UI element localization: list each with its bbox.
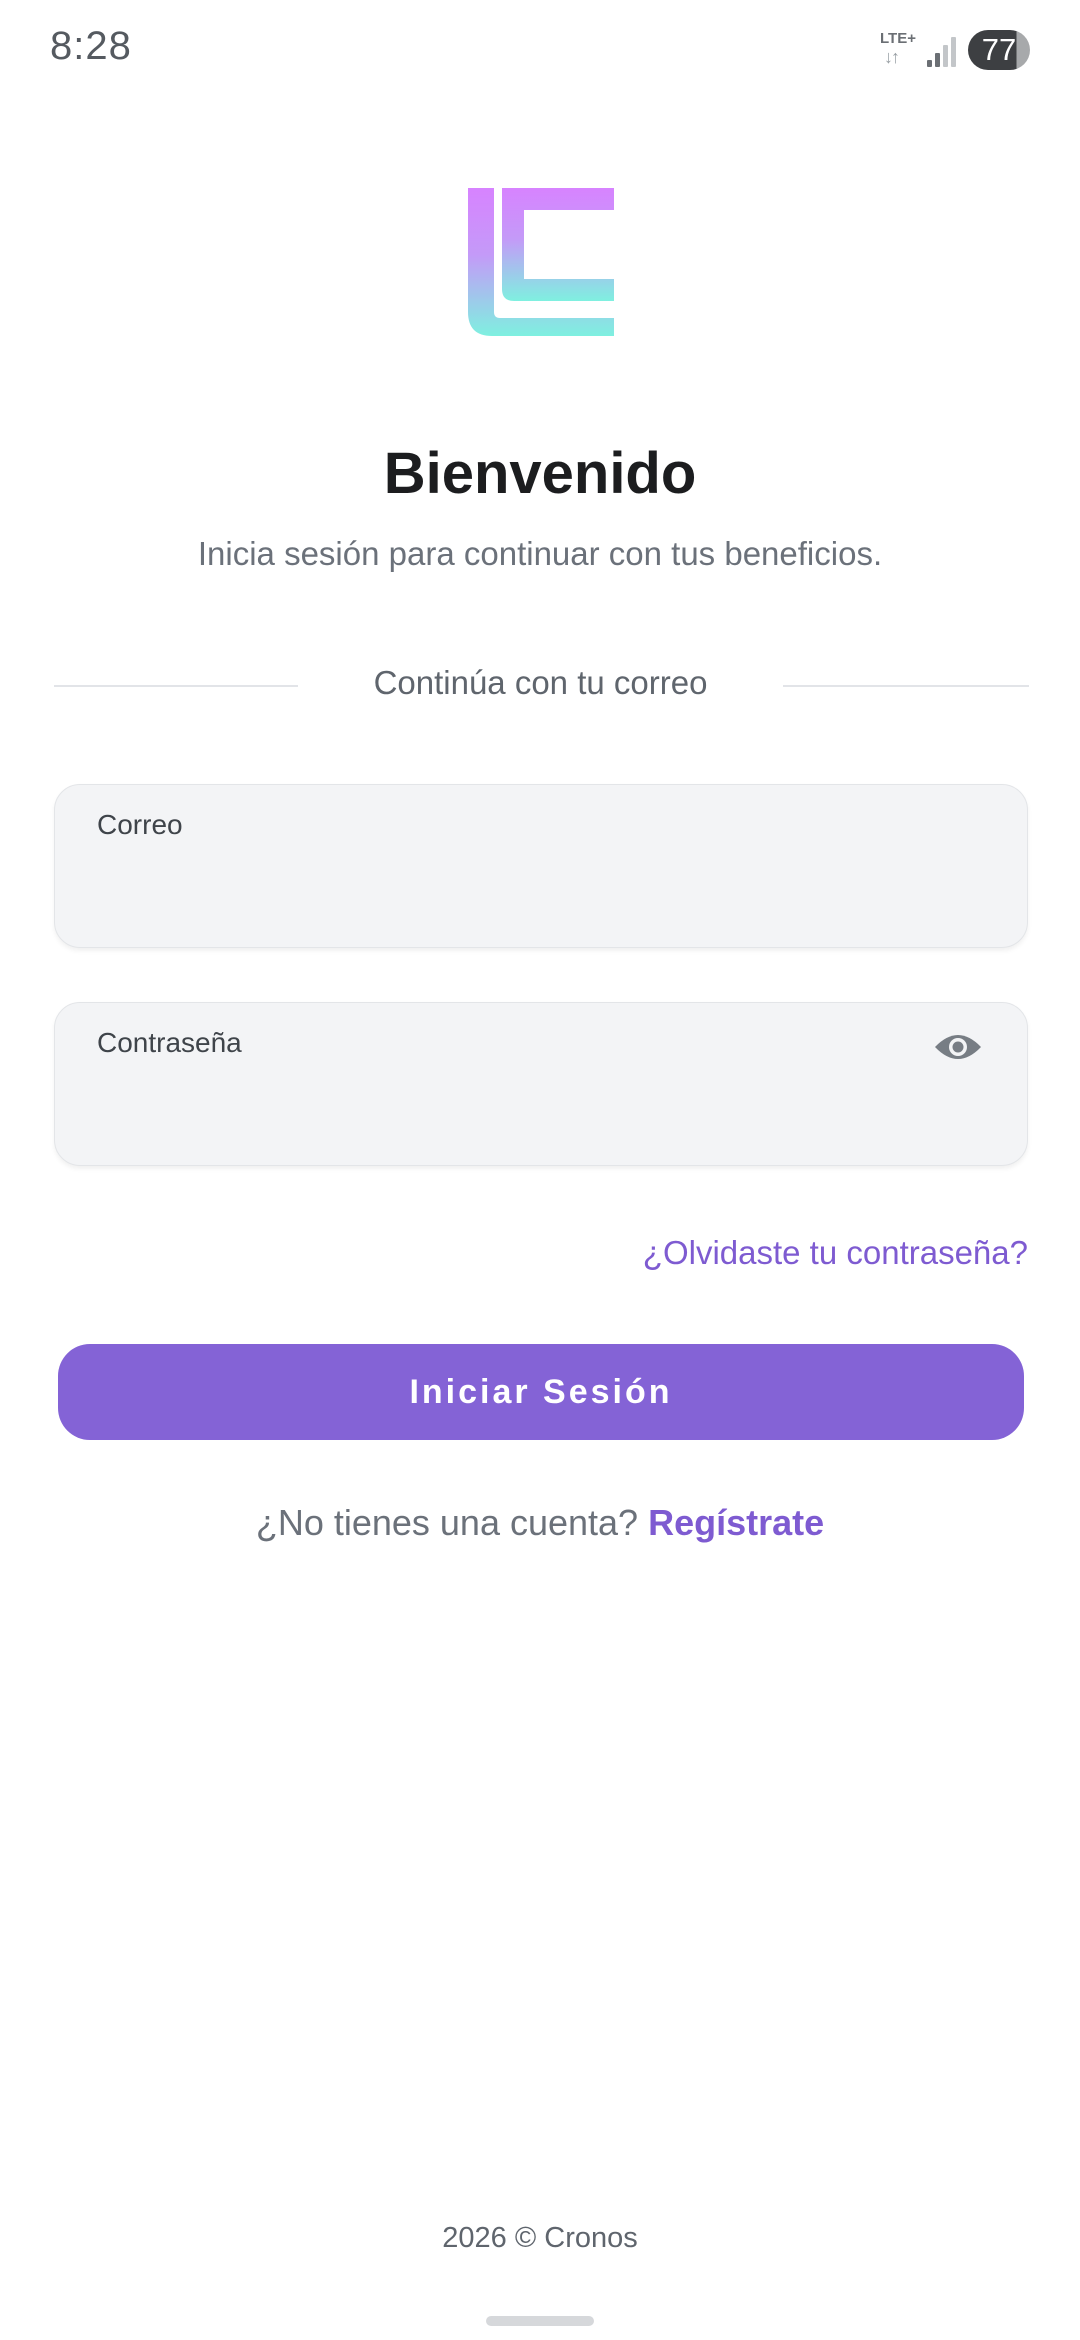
divider-line-left xyxy=(54,685,298,687)
email-label: Correo xyxy=(97,809,183,840)
battery-icon: 77 xyxy=(968,30,1030,70)
data-activity-icon: ↓↑ xyxy=(884,47,900,67)
password-input[interactable] xyxy=(97,1075,957,1135)
page-title: Bienvenido xyxy=(383,441,697,506)
password-field[interactable]: Contraseña xyxy=(54,1002,1028,1166)
signup-link[interactable]: Regístrate xyxy=(648,1502,824,1543)
lc-logo xyxy=(468,188,614,336)
login-button[interactable]: Iniciar Sesión xyxy=(58,1344,1024,1440)
network-type-indicator: LTE+ ↓↑ xyxy=(880,30,926,72)
signup-prompt: ¿No tienes una cuenta? Regístrate xyxy=(0,1502,1080,1544)
battery-level: 77 xyxy=(981,32,1017,67)
footer-copyright: 2026 © Cronos xyxy=(442,2222,638,2254)
status-bar: 8:28 LTE+ ↓↑ 77 xyxy=(0,0,1080,100)
divider-line-right xyxy=(783,685,1029,687)
status-time: 8:28 xyxy=(50,24,132,68)
signup-prompt-text: ¿No tienes una cuenta? xyxy=(255,1502,649,1543)
eye-icon[interactable] xyxy=(933,1027,983,1067)
page-subtitle: Inicia sesión para continuar con tus ben… xyxy=(197,535,883,572)
network-type-label: LTE+ xyxy=(880,30,916,47)
email-field[interactable]: Correo xyxy=(54,784,1028,948)
password-label: Contraseña xyxy=(97,1027,242,1058)
email-input[interactable] xyxy=(97,857,957,917)
signal-icon xyxy=(927,37,956,67)
email-divider: Continúa con tu correo xyxy=(54,662,1029,708)
divider-label: Continúa con tu correo xyxy=(373,664,708,701)
home-indicator[interactable] xyxy=(486,2316,594,2326)
login-screen: 8:28 LTE+ ↓↑ 77 Bienvenido Inicia sesión… xyxy=(0,0,1080,2340)
forgot-password-link[interactable]: ¿Olvidaste tu contraseña? xyxy=(643,1234,1028,1272)
